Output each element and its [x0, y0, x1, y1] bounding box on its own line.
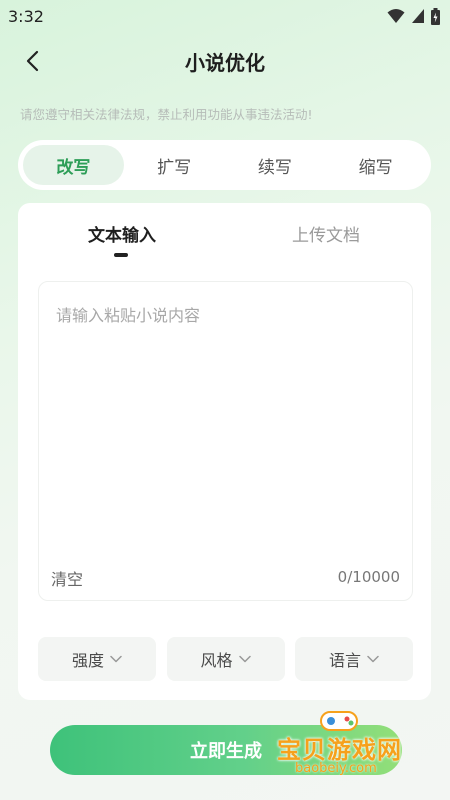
input-placeholder: 请输入粘贴小说内容 [56, 306, 201, 325]
tab-condense[interactable]: 缩写 [325, 145, 426, 185]
signal-icon [412, 9, 424, 23]
status-time: 3:32 [8, 6, 44, 26]
watermark-url: baobeiy.com [295, 761, 377, 776]
page-title: 小说优化 [185, 50, 265, 75]
wifi-icon [387, 9, 405, 23]
options-row: 强度 风格 语言 [38, 637, 413, 681]
tab-upload-document[interactable]: 上传文档 [292, 221, 360, 246]
legal-notice: 请您遵守相关法律法规，禁止利用功能从事违法活动! [20, 107, 313, 122]
editor-card: 文本输入 上传文档 请输入粘贴小说内容 清空 0/10000 强度 风格 语言 [18, 203, 431, 700]
character-count: 0/10000 [337, 568, 400, 586]
style-label: 风格 [200, 651, 233, 670]
style-dropdown[interactable]: 风格 [166, 637, 285, 681]
active-tab-indicator [114, 253, 128, 257]
back-button[interactable] [18, 46, 46, 76]
tab-continue[interactable]: 续写 [225, 145, 326, 185]
tab-expand[interactable]: 扩写 [124, 145, 225, 185]
battery-icon [431, 7, 440, 25]
language-dropdown[interactable]: 语言 [295, 637, 413, 681]
header: 小说优化 [0, 36, 450, 86]
back-arrow-icon [26, 50, 39, 72]
watermark: 宝贝游戏网 baobeiy.com [277, 706, 427, 786]
strength-dropdown[interactable]: 强度 [38, 637, 156, 681]
generate-button-label: 立即生成 [190, 741, 262, 762]
clear-button[interactable]: 清空 [51, 566, 83, 590]
language-label: 语言 [328, 651, 361, 670]
mode-tabs: 改写 扩写 续写 缩写 [18, 140, 431, 190]
tab-text-input[interactable]: 文本输入 [88, 221, 156, 246]
chevron-down-icon [367, 655, 379, 663]
watermark-text: 宝贝游戏网 [277, 736, 402, 764]
chevron-down-icon [110, 655, 122, 663]
strength-label: 强度 [71, 651, 104, 670]
tab-rewrite[interactable]: 改写 [23, 145, 124, 185]
input-tabs: 文本输入 上传文档 [18, 203, 431, 263]
chevron-down-icon [238, 655, 251, 663]
status-icons [387, 7, 440, 25]
novel-text-input[interactable]: 请输入粘贴小说内容 清空 0/10000 [38, 281, 413, 601]
status-bar: 3:32 [0, 0, 450, 32]
